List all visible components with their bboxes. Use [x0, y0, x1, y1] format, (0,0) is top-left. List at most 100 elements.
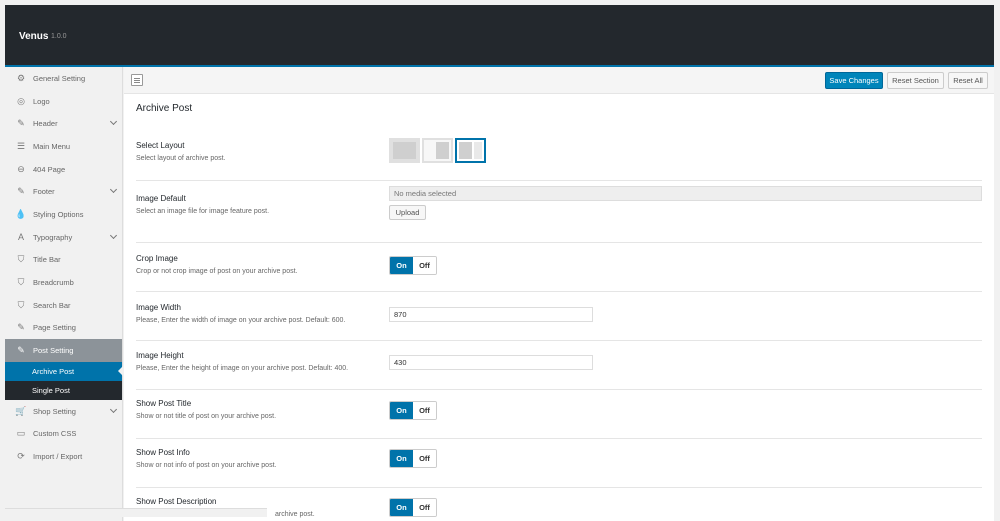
css-icon: ▭ [16, 428, 26, 439]
list-icon: ☰ [16, 140, 26, 151]
save-changes-button[interactable]: Save Changes [825, 72, 883, 89]
shield-icon: ⛉ [17, 254, 25, 265]
field-description: Select layout of archive post. [136, 155, 226, 162]
sidebar-item-label: Page Setting [33, 323, 76, 333]
toggle-off[interactable]: Off [413, 499, 436, 516]
field-title: Select Layout [136, 141, 185, 150]
field-title: Image Width [136, 303, 181, 312]
field-image-height: Image Height Please, Enter the height of… [136, 342, 982, 390]
edit-icon: ✎ [17, 118, 25, 129]
sidebar-item-logo[interactable]: ◎ Logo [5, 90, 122, 113]
field-description: Select an image file for image feature p… [136, 208, 270, 215]
toggle-on[interactable]: On [390, 257, 413, 274]
upload-button[interactable]: Upload [389, 205, 426, 220]
field-image-default: Image Default Select an image file for i… [136, 182, 982, 243]
sidebar-item-title-bar[interactable]: ⛉ Title Bar [5, 249, 122, 272]
crop-image-toggle[interactable]: On Off [389, 256, 437, 275]
edit-icon: ✎ [17, 186, 25, 197]
sidebar-item-label: General Setting [33, 73, 86, 83]
sidebar-item-breadcrumb[interactable]: ⛉ Breadcrumb [5, 271, 122, 294]
sidebar-item-search-bar[interactable]: ⛉ Search Bar [5, 294, 122, 317]
field-crop-image: Crop Image Crop or not crop image of pos… [136, 244, 982, 292]
field-description: archive post. [275, 511, 315, 518]
sidebar-item-post-setting[interactable]: ✎ Post Setting [5, 339, 122, 362]
sidebar-item-shop-setting[interactable]: 🛒 Shop Setting [5, 400, 122, 423]
layout-full-width-option[interactable] [389, 138, 420, 163]
toggle-off[interactable]: Off [413, 402, 436, 419]
layout-left-sidebar-option[interactable] [422, 138, 453, 163]
sidebar-item-label: Import / Export [33, 452, 83, 462]
sidebar-item-label: Main Menu [33, 141, 71, 151]
field-description: Show or not info of post on your archive… [136, 462, 277, 469]
toggle-off[interactable]: Off [413, 450, 436, 467]
sidebar-item-page-setting[interactable]: ✎ Page Setting [5, 317, 122, 340]
refresh-icon: ⟳ [17, 451, 25, 462]
sidebar-item-label: 404 Page [33, 164, 66, 174]
show-post-info-toggle[interactable]: On Off [389, 449, 437, 468]
show-post-description-toggle[interactable]: On Off [389, 498, 437, 517]
toggle-on[interactable]: On [390, 499, 413, 516]
sidebar-item-header[interactable]: ✎ Header [5, 112, 122, 135]
toggle-on[interactable]: On [390, 402, 413, 419]
sidebar-item-label: Breadcrumb [33, 278, 74, 288]
sidebar-item-404-page[interactable]: ⊖ 404 Page [5, 158, 122, 181]
expand-options-icon[interactable] [131, 74, 143, 86]
toolbar: Save Changes Reset Section Reset All [124, 67, 994, 94]
sidebar-item-footer[interactable]: ✎ Footer [5, 180, 122, 203]
field-description: Show or not title of post on your archiv… [136, 413, 277, 420]
sidebar-item-label: Custom CSS [33, 429, 77, 439]
sidebar-item-label: Logo [33, 96, 50, 106]
sidebar-item-styling-options[interactable]: 💧 Styling Options [5, 203, 122, 226]
sidebar-item-label: Title Bar [33, 255, 61, 265]
shield-icon: ⛉ [17, 299, 25, 310]
sidebar-item-main-menu[interactable]: ☰ Main Menu [5, 135, 122, 158]
sidebar-subitem-archive-post[interactable]: Archive Post [5, 361, 123, 381]
field-image-width: Image Width Please, Enter the width of i… [136, 293, 982, 341]
field-title: Image Default [136, 194, 186, 203]
field-title: Show Post Description [136, 497, 217, 506]
reset-all-button[interactable]: Reset All [948, 72, 988, 89]
sidebar-subitem-single-post[interactable]: Single Post [5, 380, 122, 400]
edit-icon: ✎ [17, 322, 25, 333]
chevron-down-icon [109, 405, 118, 413]
sidebar-item-import-export[interactable]: ⟳ Import / Export [5, 445, 122, 468]
main-panel: Save Changes Reset Section Reset All Arc… [124, 67, 994, 521]
media-url-field[interactable]: No media selected [389, 186, 982, 201]
show-post-title-toggle[interactable]: On Off [389, 401, 437, 420]
field-select-layout: Select Layout Select layout of archive p… [136, 133, 982, 181]
chevron-down-icon [109, 118, 118, 126]
field-title: Show Post Title [136, 399, 192, 408]
sidebar-item-label: Styling Options [33, 209, 84, 219]
layout-right-sidebar-option[interactable] [455, 138, 486, 163]
sidebar-item-typography[interactable]: A Typography [5, 226, 122, 249]
app-version: 1.0.0 [51, 33, 67, 40]
image-height-input[interactable] [389, 355, 593, 370]
chevron-down-icon [109, 231, 118, 239]
sidebar-item-label: Footer [33, 187, 55, 197]
edit-icon: ✎ [17, 345, 25, 356]
layout-options [389, 138, 486, 163]
sidebar: ⚙ General Setting ◎ Logo ✎ Header ☰ Main… [5, 67, 123, 521]
field-description: Please, Enter the width of image on your… [136, 317, 346, 324]
field-show-post-title: Show Post Title Show or not title of pos… [136, 391, 982, 439]
gears-icon: ⚙ [16, 72, 26, 83]
app-frame: Venus 1.0.0 ⚙ General Setting ◎ Logo ✎ H… [5, 5, 994, 521]
logo-icon: ◎ [17, 95, 25, 106]
shield-icon: ⛉ [17, 277, 25, 288]
drop-icon: 💧 [15, 208, 27, 219]
toggle-off[interactable]: Off [413, 257, 436, 274]
sidebar-item-custom-css[interactable]: ▭ Custom CSS [5, 423, 122, 446]
sidebar-item-general-setting[interactable]: ⚙ General Setting [5, 67, 122, 90]
field-title: Crop Image [136, 254, 178, 263]
header-bar: Venus 1.0.0 [5, 5, 994, 67]
sidebar-item-label: Post Setting [33, 346, 74, 356]
toggle-on[interactable]: On [390, 450, 413, 467]
chevron-down-icon [109, 186, 118, 194]
minus-circle-icon: ⊖ [17, 163, 25, 174]
section-title: Archive Post [136, 103, 193, 114]
font-icon: A [17, 232, 24, 243]
sidebar-item-label: Header [33, 119, 58, 129]
reset-section-button[interactable]: Reset Section [887, 72, 944, 89]
image-width-input[interactable] [389, 307, 593, 322]
horizontal-scrollbar[interactable] [5, 508, 267, 517]
